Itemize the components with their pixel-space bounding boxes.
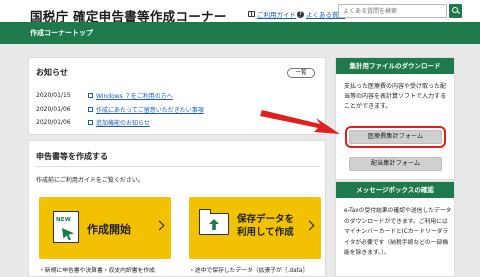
news-link[interactable]: 追加機能のお知らせ xyxy=(96,118,150,127)
question-icon: ? xyxy=(297,10,304,18)
create-documents-panel: 申告書等を作成する 作成前にご利用ガイドをご覧ください。 NEW 作成開始 保存… xyxy=(28,140,326,277)
news-link[interactable]: 作成にあたってご留意いただきたい事項 xyxy=(96,105,204,114)
upload-arrow-icon xyxy=(209,219,219,230)
divider xyxy=(36,166,320,167)
search-button[interactable] xyxy=(449,4,462,18)
chevron-right-icon xyxy=(304,220,315,231)
cursor-icon xyxy=(62,228,74,240)
guide-link-label[interactable]: ご利用ガイド xyxy=(257,9,296,19)
news-date: 2020/01/06 xyxy=(36,119,71,126)
faq-search-input[interactable] xyxy=(338,4,447,18)
start-caption: ・新規に申告書や決算書・収支内訳書を作成 xyxy=(39,268,155,274)
new-document-icon: NEW xyxy=(53,211,79,243)
news-item: 2020/01/06 作成にあたってご留意いただきたい事項 xyxy=(36,105,204,114)
use-saved-data-line1: 保存データを xyxy=(237,214,295,225)
external-page-icon xyxy=(88,93,93,98)
external-page-icon xyxy=(88,120,93,125)
news-list-button[interactable]: 一覧 xyxy=(287,68,315,78)
medical-expense-form-button[interactable]: 医療費集計フォーム xyxy=(345,126,446,148)
news-item: 2020/01/06 追加機能のお知らせ xyxy=(36,118,150,127)
saved-caption: ・途中で保存したデータ（拡張子が［.data］ xyxy=(189,268,309,274)
new-tag: NEW xyxy=(56,217,72,223)
create-note: 作成前にご利用ガイドをご覧ください。 xyxy=(36,177,144,184)
download-panel: 集計用ファイルのダウンロード 支払った医療費の内容や受け取った配当等の内容を表計… xyxy=(335,57,455,180)
news-link[interactable]: Windows ７をご利用の方へ xyxy=(96,91,173,100)
message-box-text: e-Taxの受付結果の確認や送信したデータのダウンロードができます。ご利用にはマ… xyxy=(344,208,452,256)
guide-link[interactable]: ご利用ガイド xyxy=(248,9,296,19)
news-item: 2020/01/15 Windows ７をご利用の方へ xyxy=(36,91,173,100)
news-heading: お知らせ xyxy=(36,68,68,77)
message-box-panel: メッセージボックスの確認 e-Taxの受付結果の確認や送信したデータのダウンロー… xyxy=(335,181,455,277)
download-panel-heading: 集計用ファイルのダウンロード xyxy=(336,58,454,74)
news-date: 2020/01/15 xyxy=(36,92,71,99)
use-saved-data-button[interactable]: 保存データを 利用して作成 xyxy=(189,197,321,259)
folder-tab xyxy=(199,209,211,214)
news-date: 2020/01/06 xyxy=(36,106,71,113)
use-saved-data-label: 保存データを 利用して作成 xyxy=(237,213,294,239)
create-heading: 申告書等を作成する xyxy=(36,152,108,161)
start-creation-button[interactable]: NEW 作成開始 xyxy=(39,197,171,259)
folder-upload-icon xyxy=(199,209,229,235)
news-panel: お知らせ 一覧 2020/01/15 Windows ７をご利用の方へ 2020… xyxy=(28,57,326,135)
book-icon xyxy=(248,11,255,17)
external-page-icon xyxy=(88,107,93,112)
download-panel-text: 支払った医療費の内容や受け取った配当等の内容を表計算ソフトで入力することができま… xyxy=(344,83,447,110)
use-saved-data-line2: 利用して作成 xyxy=(237,227,294,238)
message-box-heading: メッセージボックスの確認 xyxy=(336,182,454,198)
dividend-form-button[interactable]: 配当集計フォーム xyxy=(349,157,442,171)
start-creation-label: 作成開始 xyxy=(87,223,131,236)
page-title-bar: 作成コーナートップ xyxy=(0,22,480,44)
page-title: 作成コーナートップ xyxy=(30,29,93,37)
chevron-right-icon xyxy=(154,220,165,231)
